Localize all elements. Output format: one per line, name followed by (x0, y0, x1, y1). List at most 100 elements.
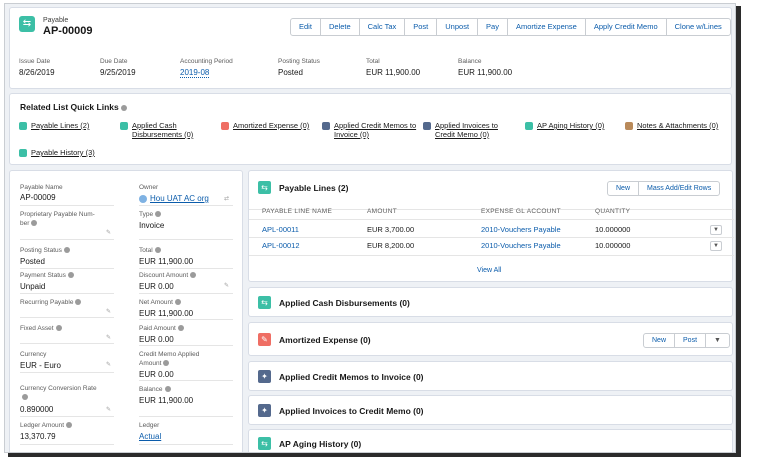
edit-button[interactable]: Edit (291, 19, 321, 35)
card-title[interactable]: Applied Invoices to Credit Memo (0) (279, 406, 424, 416)
post-button[interactable]: Post (675, 334, 707, 347)
info-icon (55, 325, 62, 332)
window-shadow-right (736, 6, 741, 453)
row-actions-chevron-icon[interactable]: ▼ (710, 241, 722, 251)
line-quantity: 10.000000 (595, 225, 631, 234)
edit-pencil-icon[interactable]: ✎ (106, 229, 111, 236)
due-date-value: 9/25/2019 (100, 68, 136, 77)
col-expense-gl-account[interactable]: EXPENSE GL ACCOUNT (481, 208, 561, 215)
unpost-button[interactable]: Unpost (437, 19, 479, 35)
edit-pencil-icon[interactable]: ✎ (106, 334, 111, 341)
ledger-amount-value: 13,370.79 (20, 432, 56, 441)
payable-lines-card: ⇆ Payable Lines (2) New Mass Add/Edit Ro… (248, 170, 734, 282)
wrench-icon (322, 122, 330, 130)
applied-credit-memos-card: ✦ Applied Credit Memos to Invoice (0) (248, 361, 733, 391)
credit-memo-applied-label: Credit Memo Applied (139, 351, 200, 358)
total-value: EUR 11,900.00 (366, 68, 421, 77)
clone-with-lines-button[interactable]: Clone w/Lines (667, 19, 730, 35)
col-quantity[interactable]: QUANTITY (595, 208, 630, 215)
conversion-rate-info (20, 394, 28, 401)
accounting-period-label: Accounting Period (180, 58, 233, 65)
amortized-expense-card: ✎ Amortized Expense (0) New Post ▼ (248, 322, 733, 356)
payment-status-label: Payment Status (20, 272, 74, 279)
pencil-icon: ✎ (258, 333, 271, 346)
info-icon (67, 272, 74, 279)
quick-links-card: Related List Quick Links Payable Lines (… (9, 93, 732, 165)
apply-credit-memo-button[interactable]: Apply Credit Memo (586, 19, 667, 35)
info-icon (154, 247, 161, 254)
change-owner-icon[interactable]: ⇄ (224, 195, 229, 202)
col-amount[interactable]: AMOUNT (367, 208, 397, 215)
edit-pencil-icon[interactable]: ✎ (224, 282, 229, 289)
balance-value: EUR 11,900.00 (139, 396, 194, 405)
currency-label: Currency (20, 351, 47, 358)
info-icon (22, 394, 28, 401)
edit-pencil-icon[interactable]: ✎ (106, 308, 111, 315)
wrench-icon (423, 122, 431, 130)
pencil-icon (221, 122, 229, 130)
col-payable-line-name[interactable]: PAYABLE LINE NAME (262, 208, 332, 215)
post-button[interactable]: Post (405, 19, 438, 35)
balance-label: Balance (458, 58, 482, 65)
wrench-icon: ✦ (258, 404, 271, 417)
pay-button[interactable]: Pay (478, 19, 508, 35)
accounting-period-link[interactable]: 2019-08 (180, 68, 210, 78)
card-title[interactable]: Amortized Expense (0) (279, 335, 371, 345)
card-title[interactable]: Applied Cash Disbursements (0) (279, 298, 410, 308)
total-label: Total (139, 247, 161, 254)
total-value: EUR 11,900.00 (139, 257, 194, 266)
line-amount: EUR 3,700.00 (367, 225, 415, 234)
info-icon (155, 211, 162, 218)
info-icon (177, 325, 184, 332)
card-title[interactable]: AP Aging History (0) (279, 439, 361, 449)
gl-account-link[interactable]: 2010-Vouchers Payable (481, 241, 561, 250)
conversion-rate-label: Currency Conversion Rate (20, 385, 97, 392)
info-icon (120, 104, 127, 111)
edit-pencil-icon[interactable]: ✎ (106, 406, 111, 413)
payable-lines-title[interactable]: Payable Lines (2) (279, 183, 348, 193)
record-name: AP-00009 (43, 25, 93, 37)
info-icon (174, 299, 181, 306)
proprietary-number-label: Proprietary Payable Num- (20, 211, 95, 218)
posting-status-value: Posted (278, 68, 303, 77)
edit-pencil-icon[interactable]: ✎ (106, 361, 111, 368)
card-title[interactable]: Applied Credit Memos to Invoice (0) (279, 372, 424, 382)
issue-date-value: 8/26/2019 (19, 68, 55, 77)
view-all-link[interactable]: View All (477, 267, 501, 274)
info-icon (163, 360, 170, 367)
line-name-link[interactable]: APL-00011 (262, 225, 299, 234)
ledger-amount-label: Ledger Amount (20, 422, 73, 429)
amortized-expense-actions: New Post ▼ (643, 333, 730, 348)
ledger-link[interactable]: Actual (139, 432, 161, 441)
discount-amount-label: Discount Amount (139, 272, 197, 279)
net-amount-label: Net Amount (139, 299, 181, 306)
payable-icon (525, 122, 533, 130)
type-label: Type (139, 211, 162, 218)
ap-aging-history-card: ⇆ AP Aging History (0) (248, 429, 733, 452)
gl-account-link[interactable]: 2010-Vouchers Payable (481, 225, 561, 234)
proprietary-number-label-2: ber (20, 220, 38, 227)
line-name-link[interactable]: APL-00012 (262, 241, 300, 250)
payable-icon: ⇆ (258, 181, 271, 194)
row-actions-chevron-icon[interactable]: ▼ (710, 225, 722, 235)
user-avatar-icon (139, 194, 147, 203)
applied-invoices-card: ✦ Applied Invoices to Credit Memo (0) (248, 395, 733, 425)
issue-date-label: Issue Date (19, 58, 51, 65)
owner-link[interactable]: Hou UAT AC org (150, 194, 209, 203)
calc-tax-button[interactable]: Calc Tax (360, 19, 406, 35)
mass-add-edit-rows-button[interactable]: Mass Add/Edit Rows (639, 182, 719, 195)
type-value: Invoice (139, 221, 165, 230)
fixed-asset-label: Fixed Asset (20, 325, 62, 332)
window-shadow-bottom (8, 453, 741, 457)
total-label: Total (366, 58, 380, 65)
new-button[interactable]: New (644, 334, 676, 347)
notes-icon (625, 122, 633, 130)
new-button[interactable]: New (608, 182, 640, 195)
delete-button[interactable]: Delete (321, 19, 360, 35)
credit-memo-applied-label-2: Amount (139, 360, 170, 367)
amortize-expense-button[interactable]: Amortize Expense (508, 19, 586, 35)
info-icon (31, 220, 38, 227)
posting-status-label: Posting Status (278, 58, 320, 65)
more-actions-chevron-icon[interactable]: ▼ (706, 334, 729, 347)
balance-label: Balance (139, 386, 171, 393)
